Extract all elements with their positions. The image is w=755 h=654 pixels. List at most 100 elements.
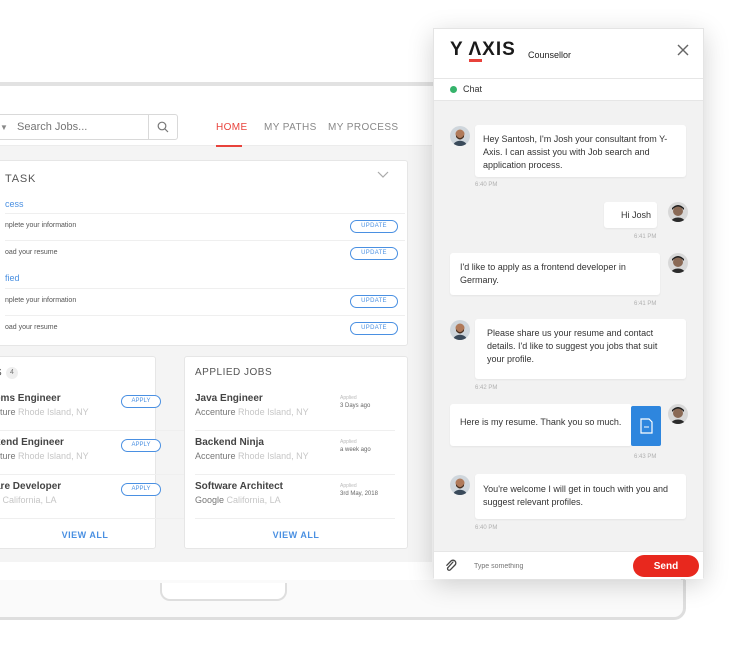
saved-jobs-count: 4 [6, 367, 19, 379]
update-button[interactable]: UPDATE [350, 247, 398, 260]
chat-status-label: Chat [463, 84, 483, 94]
chat-message-text: You're welcome I will get in touch with … [483, 484, 668, 507]
chat-message-text: Hi Josh [620, 210, 651, 220]
applied-label: Applied [340, 395, 357, 401]
job-company: Accenture Rhode Island, NY [195, 451, 309, 461]
task-row-label: oad your resume [5, 249, 58, 256]
consultant-avatar [450, 475, 470, 495]
chat-message-text: Here is my resume. Thank you so much. [460, 417, 622, 427]
chat-message-text: I'd like to apply as a frontend develope… [460, 262, 626, 285]
message-timestamp: 6:41 PM [634, 234, 657, 240]
message-timestamp: 6:41 PM [634, 301, 657, 307]
update-button[interactable]: UPDATE [350, 220, 398, 233]
job-location: Rhode Island, NY [18, 407, 89, 417]
chat-message-text: Please share us your resume and contact … [487, 328, 658, 364]
list-item[interactable]: ems Engineer nture Rhode Island, NY APPL… [0, 387, 195, 431]
update-button[interactable]: UPDATE [350, 322, 398, 335]
applied-jobs-title: APPLIED JOBS [195, 367, 273, 378]
list-item[interactable]: are Developer e California, LA APPLY [0, 475, 195, 519]
applied-meta: Applied 3 Days ago [340, 395, 400, 409]
message-input[interactable] [474, 558, 624, 574]
message-timestamp: 6:43 PM [634, 454, 657, 460]
chat-message-bubble: I'd like to apply as a frontend develope… [450, 253, 660, 295]
apply-button[interactable]: APPLY [121, 439, 161, 452]
search-button[interactable] [148, 114, 178, 140]
app-topbar: ▼ HOME MY PATHS MY PROCESS [0, 110, 432, 147]
resume-attachment[interactable] [631, 406, 661, 446]
search-icon [157, 121, 169, 133]
job-company: nture Rhode Island, NY [0, 451, 89, 461]
message-timestamp: 6:40 PM [475, 525, 498, 531]
update-button[interactable]: UPDATE [350, 295, 398, 308]
chat-panel: Y ΛXIS Counsellor Chat Hey Santosh, I'm … [433, 28, 704, 579]
chat-composer: Send [434, 551, 703, 579]
task-section-label: cess [5, 199, 24, 209]
job-company-name: nture [0, 451, 16, 461]
task-row: nplete your information UPDATE [5, 288, 405, 314]
task-row-label: nplete your information [5, 222, 77, 229]
job-location: Rhode Island, NY [238, 451, 309, 461]
user-avatar [668, 202, 688, 222]
user-avatar [668, 253, 688, 273]
list-item[interactable]: Java Engineer Accenture Rhode Island, NY… [195, 387, 395, 431]
applied-date: 3rd May, 2018 [340, 491, 378, 497]
tab-my-paths[interactable]: MY PATHS [264, 122, 317, 133]
brand-underline [469, 59, 482, 62]
apply-button[interactable]: APPLY [121, 483, 161, 496]
task-row: nplete your information UPDATE [5, 213, 405, 239]
chat-message-bubble: Please share us your resume and contact … [475, 319, 686, 379]
job-location: Rhode Island, NY [238, 407, 309, 417]
applied-meta: Applied a week ago [340, 439, 400, 453]
job-company: e California, LA [0, 495, 57, 505]
saved-jobs-title: S4 [0, 367, 19, 379]
task-row: oad your resume UPDATE [5, 240, 405, 266]
search-input[interactable] [17, 121, 127, 133]
job-title: are Developer [0, 481, 62, 492]
paperclip-icon[interactable] [444, 559, 458, 573]
list-item[interactable]: Backend Ninja Accenture Rhode Island, NY… [195, 431, 395, 475]
applied-label: Applied [340, 483, 357, 489]
chat-message-bubble: Hey Santosh, I'm Josh your consultant fr… [475, 125, 686, 177]
saved-jobs-card: S4 ems Engineer nture Rhode Island, NY A… [0, 356, 195, 549]
chevron-down-icon[interactable] [377, 171, 389, 179]
user-avatar [668, 404, 688, 424]
job-company: Google California, LA [195, 495, 281, 505]
consultant-avatar [450, 320, 470, 340]
task-title: TASK [5, 173, 37, 185]
close-icon[interactable] [676, 43, 690, 57]
applied-date: 3 Days ago [340, 403, 371, 409]
message-timestamp: 6:42 PM [475, 385, 498, 391]
applied-meta: Applied 3rd May, 2018 [340, 483, 400, 497]
message-timestamp: 6:40 PM [475, 182, 498, 188]
send-button[interactable]: Send [633, 555, 699, 577]
job-company-name: Accenture [195, 407, 236, 417]
task-section-label: fied [5, 273, 20, 283]
chat-status-bar: Chat [434, 79, 703, 101]
applied-date: a week ago [340, 447, 371, 453]
apply-button[interactable]: APPLY [121, 395, 161, 408]
view-all-link[interactable]: VIEW ALL [185, 530, 407, 540]
chat-message-bubble: Hi Josh [604, 202, 657, 228]
tab-home[interactable]: HOME [216, 122, 248, 133]
list-item[interactable]: kend Engineer nture Rhode Island, NY APP… [0, 431, 195, 475]
active-tab-indicator [216, 145, 242, 147]
task-row: oad your resume UPDATE [5, 315, 405, 341]
job-company: Accenture Rhode Island, NY [195, 407, 309, 417]
brand-subtitle: Counsellor [528, 50, 572, 60]
chat-message-bubble: Here is my resume. Thank you so much. [450, 404, 632, 446]
job-location: California, LA [226, 495, 281, 505]
job-company-name: Google [195, 495, 225, 505]
laptop-base [0, 580, 686, 620]
chat-message-text: Hey Santosh, I'm Josh your consultant fr… [483, 134, 668, 170]
job-company-name: Accenture [195, 451, 236, 461]
view-all-link[interactable]: VIEW ALL [25, 530, 145, 540]
task-card: TASK cess nplete your information UPDATE… [0, 160, 408, 346]
tab-my-process[interactable]: MY PROCESS [328, 122, 399, 133]
applied-label: Applied [340, 439, 357, 445]
job-location: Rhode Island, NY [18, 451, 89, 461]
jobs-dashboard: ▼ HOME MY PATHS MY PROCESS TASK cess npl… [0, 110, 432, 562]
list-item[interactable]: Software Architect Google California, LA… [195, 475, 395, 519]
chevron-down-icon[interactable]: ▼ [0, 123, 11, 132]
consultant-avatar [450, 126, 470, 146]
document-icon [640, 418, 653, 434]
